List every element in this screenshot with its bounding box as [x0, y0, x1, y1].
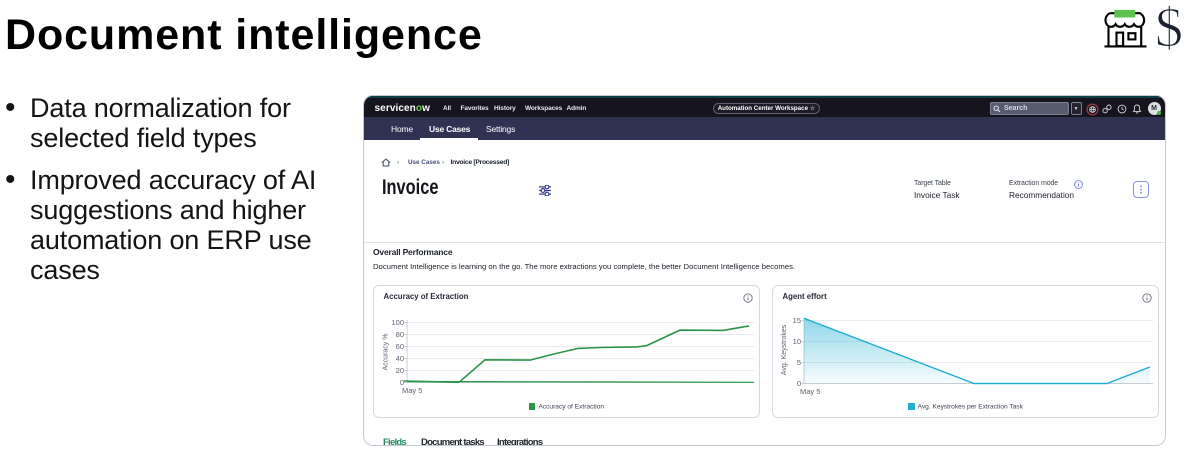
svg-text:5: 5 — [797, 358, 801, 367]
svg-text:Avg. Keystrokes: Avg. Keystrokes — [781, 324, 788, 375]
svg-text:May 5: May 5 — [800, 387, 820, 396]
svg-text:10: 10 — [793, 337, 801, 346]
svg-text:Accuracy %: Accuracy % — [383, 334, 390, 371]
svg-text:15: 15 — [793, 316, 801, 325]
svg-text:60: 60 — [396, 342, 404, 351]
svg-text:100: 100 — [391, 318, 404, 327]
svg-text:80: 80 — [396, 330, 404, 339]
svg-text:20: 20 — [396, 366, 404, 375]
svg-text:40: 40 — [396, 354, 404, 363]
svg-text:May 5: May 5 — [402, 386, 422, 395]
